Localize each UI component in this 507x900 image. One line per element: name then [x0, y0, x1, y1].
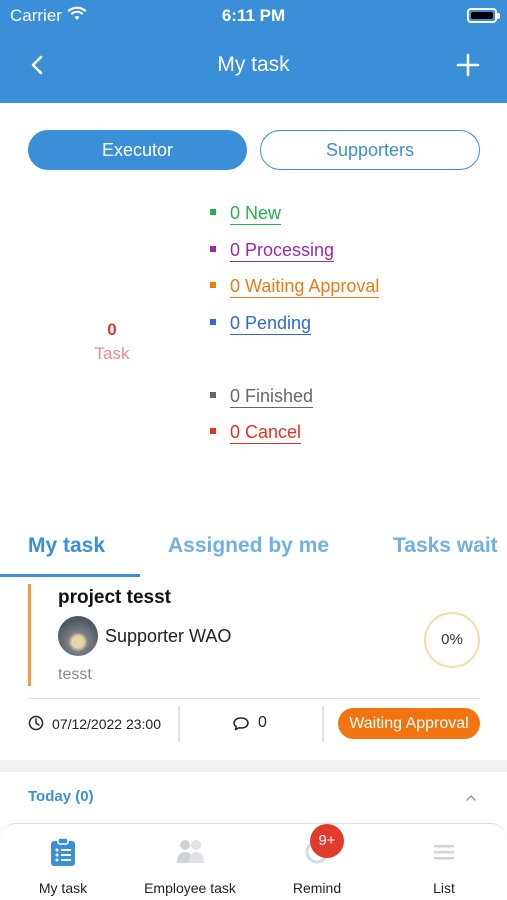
divider: [28, 698, 480, 699]
app-header: Carrier 6:11 PM My task: [0, 0, 507, 103]
nav-label: Employee task: [144, 880, 236, 896]
stat-finished-link[interactable]: 0 Finished: [210, 386, 314, 408]
nav-list[interactable]: List: [381, 824, 507, 900]
avatar: [58, 616, 98, 656]
stat-cancel-label: 0 Cancel: [230, 422, 302, 444]
nav-employee-task[interactable]: Employee task: [127, 824, 253, 900]
task-tabs: My task Assigned by me Tasks wait: [0, 526, 507, 578]
divider: [322, 706, 324, 742]
square-bullet-icon: [210, 282, 216, 289]
status-time: 6:11 PM: [221, 6, 286, 25]
bottom-navigation: My task Employee task Remind List: [0, 823, 507, 900]
section-separator: [0, 760, 507, 772]
tab-my-task[interactable]: My task: [28, 534, 105, 558]
supporters-toggle-button[interactable]: Supporters: [260, 130, 480, 170]
task-description: tesst: [58, 666, 92, 683]
stat-new-label: 0 New: [230, 203, 282, 225]
status-bar: Carrier 6:11 PM: [0, 0, 507, 30]
stat-processing-label: 0 Processing: [230, 240, 335, 262]
divider: [178, 706, 180, 742]
tab-tasks-wait[interactable]: Tasks wait: [393, 534, 498, 558]
stat-pending-label: 0 Pending: [230, 313, 312, 335]
supporter-name: Supporter WAO: [105, 626, 232, 646]
stat-pending-link[interactable]: 0 Pending: [210, 313, 312, 335]
clipboard-list-icon: [49, 837, 77, 872]
square-bullet-icon: [210, 428, 216, 435]
square-bullet-icon: [210, 392, 216, 399]
task-meta-row: 07/12/2022 23:00 0 Waiting Approval: [28, 706, 480, 742]
total-task-label: Task: [94, 344, 130, 363]
stat-cancel-link[interactable]: 0 Cancel: [210, 422, 302, 444]
task-title: project tesst: [58, 587, 171, 608]
stat-waiting-approval-label: 0 Waiting Approval: [230, 276, 380, 298]
status-color-bar: [28, 584, 31, 686]
list-icon: [431, 837, 457, 872]
add-task-button[interactable]: [455, 50, 481, 80]
square-bullet-icon: [210, 209, 216, 216]
plus-icon: [456, 53, 480, 77]
today-section-header[interactable]: Today (0): [28, 788, 94, 805]
stat-processing-link[interactable]: 0 Processing: [210, 240, 335, 262]
stat-finished-label: 0 Finished: [230, 386, 314, 408]
comment-count: 0: [258, 714, 267, 731]
executor-toggle-button[interactable]: Executor: [28, 130, 247, 170]
clock-icon: [28, 715, 44, 736]
status-badge: Waiting Approval: [338, 708, 480, 739]
comment-icon[interactable]: [232, 716, 250, 737]
nav-label: List: [433, 880, 455, 896]
square-bullet-icon: [210, 246, 216, 253]
nav-label: My task: [38, 880, 88, 896]
progress-indicator: 0%: [424, 612, 480, 668]
total-task-count: 0: [107, 320, 117, 339]
page-title: My task: [217, 53, 290, 76]
task-card[interactable]: project tesst Supporter WAO tesst 0%: [28, 584, 480, 686]
task-due-date: 07/12/2022 23:00: [52, 716, 161, 732]
square-bullet-icon: [210, 319, 216, 326]
remind-count-badge: 9+: [310, 824, 344, 858]
stat-waiting-approval-link[interactable]: 0 Waiting Approval: [210, 276, 380, 298]
stat-new-link[interactable]: 0 New: [210, 203, 282, 225]
chevron-up-icon[interactable]: [465, 790, 477, 806]
active-tab-indicator: [0, 574, 140, 577]
nav-my-task[interactable]: My task: [0, 824, 126, 900]
nav-label: Remind: [292, 880, 342, 896]
battery-icon: [467, 8, 500, 23]
users-icon: [175, 837, 205, 872]
tab-assigned-by-me[interactable]: Assigned by me: [168, 534, 329, 558]
